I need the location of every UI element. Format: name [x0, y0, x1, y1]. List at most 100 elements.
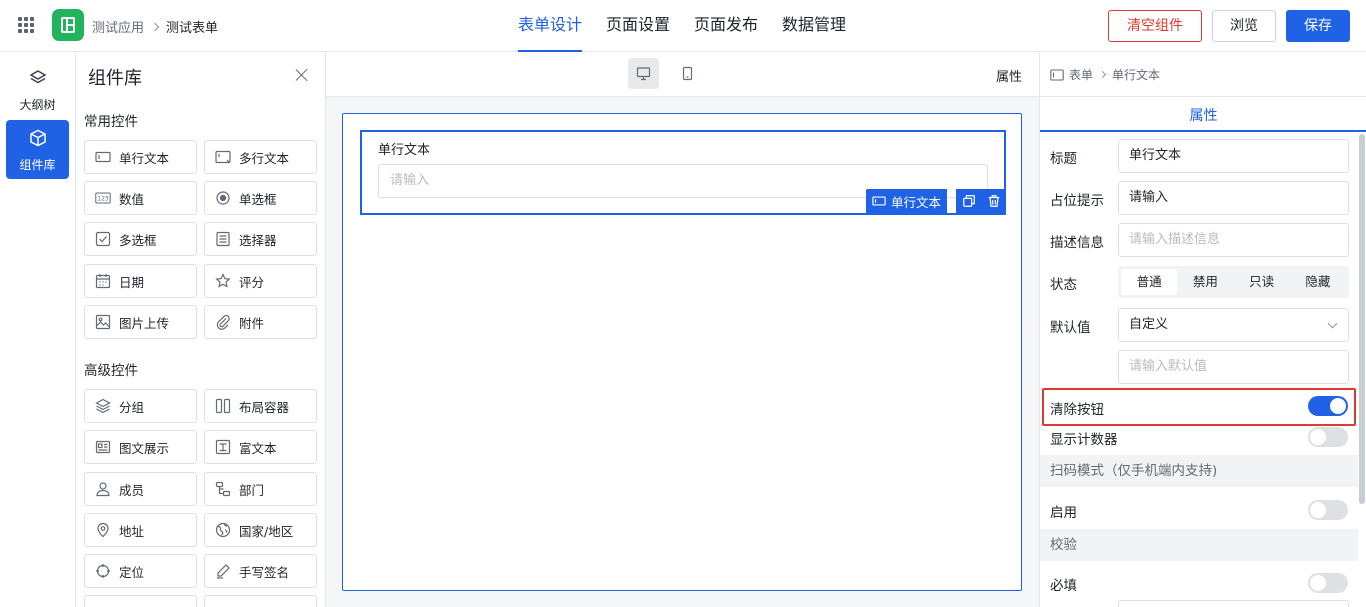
calendar-icon	[95, 274, 111, 289]
extra-input[interactable]	[1118, 600, 1349, 607]
validate-section-title: 校验	[1040, 529, 1358, 561]
component-more-2[interactable]	[204, 595, 317, 607]
canvas-properties-label[interactable]: 属性	[996, 66, 1022, 85]
state-hidden[interactable]: 隐藏	[1290, 269, 1346, 295]
counter-label: 显示计数器	[1050, 432, 1118, 448]
component-location[interactable]: 定位	[84, 554, 197, 588]
selected-field[interactable]: 单行文本 请输入 单行文本	[360, 130, 1006, 215]
component-attachment[interactable]: 附件	[204, 305, 317, 339]
properties-panel: 表单 单行文本 属性 标题 单行文本 占位提示 请输入 描述信息 请输入描述信息…	[1039, 52, 1366, 607]
layers-icon	[95, 398, 111, 414]
desktop-view-button[interactable]	[628, 58, 659, 89]
top-bar: 测试应用 测试表单 表单设计 页面设置 页面发布 数据管理 清空组件 浏览 保存	[0, 0, 1366, 52]
tab-data-manage[interactable]: 数据管理	[782, 0, 846, 52]
props-breadcrumb: 表单 单行文本	[1050, 66, 1160, 83]
breadcrumb-app[interactable]: 测试应用	[92, 17, 144, 36]
title-input[interactable]: 单行文本	[1118, 139, 1349, 173]
description-input[interactable]: 请输入描述信息	[1118, 223, 1349, 257]
single-line-icon	[95, 151, 111, 163]
breadcrumb-form: 测试表单	[166, 21, 219, 36]
rail-outline-tree[interactable]: 大纲树	[6, 60, 69, 119]
close-icon[interactable]	[295, 68, 309, 82]
clear-button-label: 清除按钮	[1050, 402, 1104, 418]
tab-page-settings[interactable]: 页面设置	[606, 0, 670, 52]
chevron-down-icon	[1327, 318, 1338, 329]
left-rail: 大纲树 组件库	[0, 52, 76, 607]
props-breadcrumb-form[interactable]: 表单	[1069, 66, 1093, 83]
svg-text:123: 123	[97, 196, 109, 203]
tab-form-design[interactable]: 表单设计	[518, 0, 583, 52]
globe-icon	[215, 522, 231, 538]
component-multi-line[interactable]: 多行文本	[204, 140, 317, 174]
preview-button[interactable]: 浏览	[1212, 10, 1276, 42]
title-label: 标题	[1050, 151, 1077, 167]
rich-text-icon	[215, 439, 231, 455]
component-single-line[interactable]: 单行文本	[84, 140, 197, 174]
rail-library-label: 组件库	[19, 158, 56, 172]
star-icon	[215, 273, 231, 288]
state-label: 状态	[1050, 277, 1077, 293]
number-icon: 123	[95, 192, 111, 204]
counter-toggle[interactable]	[1308, 427, 1348, 447]
tab-properties[interactable]: 属性	[1040, 105, 1366, 125]
component-checkbox[interactable]: 多选框	[84, 222, 197, 256]
component-library-panel: 组件库 常用控件 单行文本 多行文本 123 数值 单选框 多选框 选择器 日期…	[76, 52, 326, 607]
default-mode-select[interactable]: 自定义	[1118, 308, 1349, 342]
enable-toggle[interactable]	[1308, 500, 1348, 520]
canvas-header: 属性	[326, 52, 1039, 97]
library-title: 组件库	[88, 68, 142, 89]
state-readonly[interactable]: 只读	[1234, 269, 1290, 295]
selector-icon	[216, 231, 230, 247]
field-label: 单行文本	[378, 143, 431, 158]
required-toggle[interactable]	[1308, 573, 1348, 593]
default-label: 默认值	[1050, 320, 1091, 336]
component-layout[interactable]: 布局容器	[204, 389, 317, 423]
app-logo-icon	[52, 9, 84, 41]
placeholder-input[interactable]: 请输入	[1118, 181, 1349, 215]
pen-icon	[217, 564, 230, 579]
state-disabled[interactable]: 禁用	[1177, 269, 1233, 295]
monitor-icon	[636, 67, 651, 81]
component-selector[interactable]: 选择器	[204, 222, 317, 256]
component-signature[interactable]: 手写签名	[204, 554, 317, 588]
single-line-icon	[872, 196, 886, 206]
component-rich-text[interactable]: 富文本	[204, 430, 317, 464]
state-segmented: 普通 禁用 只读 隐藏	[1118, 266, 1349, 298]
save-button[interactable]: 保存	[1286, 10, 1350, 42]
cube-icon	[29, 129, 46, 147]
component-date[interactable]: 日期	[84, 264, 197, 298]
multi-line-icon	[215, 150, 231, 164]
component-image-text[interactable]: 图文展示	[84, 430, 197, 464]
clear-components-button[interactable]: 清空组件	[1108, 10, 1202, 42]
component-number[interactable]: 123 数值	[84, 181, 197, 215]
component-group[interactable]: 分组	[84, 389, 197, 423]
checkbox-icon	[95, 231, 111, 247]
mobile-view-button[interactable]	[672, 58, 703, 89]
component-radio[interactable]: 单选框	[204, 181, 317, 215]
clear-button-toggle[interactable]	[1308, 396, 1348, 416]
form-canvas[interactable]: 单行文本 请输入 单行文本	[342, 113, 1022, 591]
default-value-input[interactable]: 请输入默认值	[1118, 350, 1349, 384]
apps-grid-icon[interactable]	[18, 17, 34, 33]
form-icon	[1050, 68, 1064, 81]
component-rating[interactable]: 评分	[204, 264, 317, 298]
component-department[interactable]: 部门	[204, 472, 317, 506]
placeholder-label: 占位提示	[1050, 193, 1104, 209]
user-icon	[96, 482, 110, 497]
component-country[interactable]: 国家/地区	[204, 513, 317, 547]
map-pin-icon	[97, 522, 109, 538]
component-image-upload[interactable]: 图片上传	[84, 305, 197, 339]
common-controls-title: 常用控件	[84, 114, 138, 130]
advanced-controls-title: 高级控件	[84, 363, 138, 379]
component-address[interactable]: 地址	[84, 513, 197, 547]
component-member[interactable]: 成员	[84, 472, 197, 506]
component-more-1[interactable]	[84, 595, 197, 607]
trash-icon[interactable]	[987, 194, 1001, 208]
props-scrollbar[interactable]	[1359, 134, 1365, 504]
copy-icon[interactable]	[962, 194, 976, 208]
chevron-right-icon	[150, 22, 160, 31]
rail-component-library[interactable]: 组件库	[6, 120, 69, 179]
tab-page-publish[interactable]: 页面发布	[694, 0, 758, 52]
state-normal[interactable]: 普通	[1121, 269, 1178, 295]
image-icon	[95, 314, 111, 330]
